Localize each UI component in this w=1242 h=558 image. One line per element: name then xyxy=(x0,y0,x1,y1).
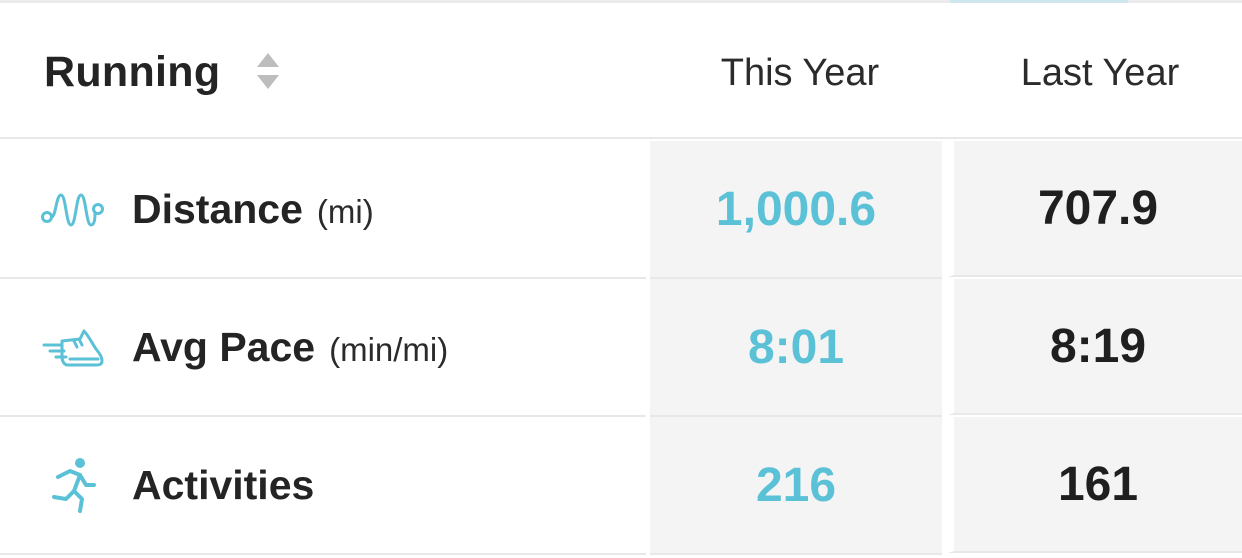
stat-row-avg-pace: Avg Pace (min/mi) 8:01 8:19 xyxy=(0,279,1242,417)
this-year-value: 8:01 xyxy=(650,279,942,417)
metric-unit: (mi) xyxy=(316,193,374,230)
metric-name: Distance (mi) xyxy=(132,185,374,236)
last-year-value: 707.9 xyxy=(948,141,1242,277)
column-header-last-year: Last Year xyxy=(1020,52,1180,94)
metric-title: Activities xyxy=(132,462,315,508)
stat-row-distance: Distance (mi) 1,000.6 707.9 xyxy=(0,141,1242,279)
this-year-value: 1,000.6 xyxy=(650,141,942,279)
stat-row-activities: Activities 216 161 xyxy=(0,417,1242,555)
last-year-value: 161 xyxy=(948,417,1242,553)
running-shoe-icon xyxy=(42,329,104,367)
stats-header: Running This Year Last Year xyxy=(0,3,1242,139)
route-icon xyxy=(41,193,104,227)
metric-title: Distance xyxy=(132,186,303,232)
stat-label-cell: Avg Pace (min/mi) xyxy=(0,279,646,417)
runner-icon xyxy=(52,458,96,513)
metric-name: Avg Pace (min/mi) xyxy=(132,323,448,374)
stat-label-cell: Activities xyxy=(0,417,646,555)
last-year-value: 8:19 xyxy=(948,279,1242,415)
metric-unit: (min/mi) xyxy=(329,331,449,368)
metric-name: Activities xyxy=(132,461,328,512)
stat-label-cell: Distance (mi) xyxy=(0,141,646,279)
sort-down-arrow-icon xyxy=(257,75,279,89)
metric-title: Avg Pace xyxy=(132,324,316,370)
sport-title: Running xyxy=(44,48,221,96)
sort-up-arrow-icon xyxy=(257,53,279,67)
sort-updown-icon[interactable] xyxy=(254,51,282,93)
this-year-value: 216 xyxy=(650,417,942,555)
running-stats-panel: Running This Year Last Year Distance (mi)… xyxy=(0,0,1242,558)
column-header-this-year: This Year xyxy=(720,52,880,94)
